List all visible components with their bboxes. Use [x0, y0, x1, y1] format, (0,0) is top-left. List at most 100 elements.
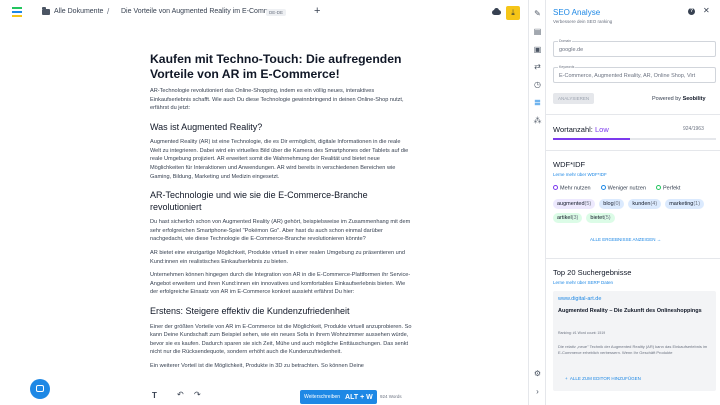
article-paragraph: Du hast sicherlich schon von Augmented R… [150, 219, 411, 243]
image-icon[interactable]: ▣ [533, 45, 542, 54]
article-subheading: AR-Technologie und wie sie die E-Commerc… [150, 190, 368, 212]
article-paragraph: Ein weiterer Vorteil ist die Möglichkeit… [150, 362, 364, 369]
show-all-results-link[interactable]: ALLE ERGEBNISSE ANZEIGEN → [590, 237, 661, 242]
powered-by-prefix: Powered by [652, 96, 682, 102]
result-meta: Ranking: #1 Word count: 1519 [558, 331, 606, 335]
share-icon[interactable]: ⁂ [533, 116, 542, 125]
word-count-progress-fill [553, 138, 630, 140]
seo-icon[interactable]: ≣ [533, 98, 542, 107]
history-icon[interactable]: ◷ [533, 80, 542, 89]
breadcrumb-all-docs-label: Alle Dokumente [54, 8, 104, 15]
comment-icon[interactable]: ▤ [533, 27, 542, 36]
domain-label: Domain [558, 39, 573, 43]
settings-gear-icon[interactable]: ⚙ [533, 369, 542, 378]
legend-label: Weniger nutzen [607, 185, 647, 192]
collapse-panel-icon[interactable]: › [533, 387, 542, 396]
translate-icon[interactable]: ⇄ [533, 62, 542, 71]
divider [546, 258, 720, 259]
keyword-chip-word: kunden [632, 201, 651, 207]
divider [546, 150, 720, 151]
result-title: Augmented Reality – Die Zukunft des Onli… [558, 308, 702, 314]
continue-writing-button[interactable]: Weiterschreiben ALT + W [300, 390, 377, 404]
keyword-chip-count: (5) [584, 201, 592, 207]
add-all-label: ALLE ZUM EDITOR HINZUFÜGEN [569, 376, 641, 381]
word-count-rating-value: Low [594, 125, 609, 134]
download-icon: ⤓ [511, 8, 515, 17]
word-count-dropdown[interactable]: 924 Words [380, 394, 402, 399]
tool-rail: ✎ ▤ ▣ ⇄ ◷ ≣ ⁂ ⚙ › [528, 0, 546, 405]
legend-dot [600, 185, 606, 190]
domain-field[interactable]: Domain google.de [553, 39, 716, 57]
keyword-chip-count: (5) [603, 215, 611, 221]
word-count-progress [553, 138, 716, 140]
arrow-right-icon: → [656, 237, 662, 242]
wdf-learn-link[interactable]: Lerne mehr über WDF*IDF [553, 172, 607, 177]
keyword-chip-word: marketing [669, 201, 694, 207]
keyword-chip[interactable]: marketing(1) [665, 199, 705, 209]
result-snippet: Die relativ „neue" Technik der Augmented… [558, 344, 708, 355]
language-badge: DE-DE [266, 8, 287, 16]
continue-writing-shortcut: ALT + W [345, 393, 373, 401]
editor-content[interactable]: Kaufen mit Techno-Touch: Die aufregenden… [150, 52, 412, 375]
article-paragraph: AR bietet eine einzigartige Möglichkeit,… [150, 250, 405, 265]
word-count-label: Wortanzahl: [553, 125, 593, 134]
breadcrumb-separator: / [107, 7, 110, 16]
keyword-chip[interactable]: artikel(3) [553, 213, 583, 223]
keyword-chip-word: blog [603, 201, 614, 207]
article-paragraph: AR-Technologie revolutioniert das Online… [150, 88, 404, 112]
word-count-rating: Wortanzahl: Low [553, 125, 609, 134]
document-title[interactable]: Die Vorteile von Augmented Reality im E-… [121, 8, 283, 15]
text-format-button[interactable]: T [152, 391, 157, 400]
keyword-chip-count: (1) [693, 201, 701, 207]
panel-subtitle: Verbessere dein SEO ranking [553, 19, 613, 24]
article-subheading: Erstens: Steigere effektiv die Kundenzuf… [150, 306, 350, 316]
keyword-chip-word: artikel [557, 215, 572, 221]
new-tab-button[interactable]: + [314, 5, 320, 17]
keyword-chips: augmented(5) blog(0) kunden(4) marketing(1)… [553, 199, 713, 223]
add-all-to-editor-button[interactable]: + ALLE ZUM EDITOR HINZUFÜGEN [565, 376, 641, 381]
wdf-title: WDF*IDF [553, 160, 586, 169]
keyword-chip[interactable]: bietet(5) [586, 213, 615, 223]
download-button[interactable]: ⤓ [506, 6, 520, 20]
legend-less: Weniger nutzen [600, 185, 647, 192]
serp-result-card: www.digital-art.de Augmented Reality – D… [553, 291, 716, 391]
keyword-chip-word: bietet [590, 215, 604, 221]
folder-icon [42, 7, 50, 15]
redo-icon[interactable]: ↷ [194, 390, 201, 399]
top-bar: Alle Dokumente / Die Vorteile von Augmen… [0, 0, 528, 28]
article-paragraph: Einer der größten Vorteile von AR im E-C… [150, 323, 412, 356]
article-paragraph: Augmented Reality (AR) ist eine Technolo… [150, 139, 409, 180]
serp-learn-link[interactable]: Lerne mehr über SERP Daten [553, 280, 613, 285]
word-count-ratio: 924/1963 [683, 126, 704, 132]
undo-icon[interactable]: ↶ [177, 390, 184, 399]
result-url[interactable]: www.digital-art.de [558, 296, 601, 302]
keywords-field[interactable]: Keywords E-Commerce, Augmented Reality, … [553, 65, 716, 83]
keyword-chip-count: (3) [571, 215, 579, 221]
analyze-button[interactable]: ANALYSIEREN [553, 93, 595, 104]
article-subheading: Was ist Augmented Reality? [150, 121, 263, 132]
article-paragraph: Unternehmen können hingegen durch die In… [150, 272, 411, 296]
legend-perfect: Perfekt [656, 185, 680, 192]
legend-dot [553, 185, 558, 190]
legend-label: Mehr nutzen [560, 185, 591, 192]
keywords-value: E-Commerce, Augmented Reality, AR, Onlin… [559, 73, 696, 79]
legend-dot [656, 185, 662, 190]
app-logo[interactable] [12, 7, 22, 19]
keyword-chip[interactable]: augmented(5) [553, 199, 596, 209]
panel-title: SEO Analyse [553, 8, 601, 17]
cloud-sync-icon [492, 7, 501, 15]
keywords-label: Keywords [558, 65, 576, 69]
help-icon[interactable]: ? [688, 8, 695, 15]
breadcrumb-all-docs[interactable]: Alle Dokumente [42, 7, 104, 15]
seobility-brand: Seobility [682, 96, 706, 102]
keyword-chip[interactable]: blog(0) [599, 199, 625, 209]
plus-icon: + [565, 376, 568, 381]
seo-panel: SEO Analyse Verbessere dein SEO ranking … [546, 0, 720, 405]
keyword-chip-count: (4) [650, 201, 658, 207]
magic-wand-icon[interactable]: ✎ [533, 9, 542, 18]
legend-label: Perfekt [663, 185, 681, 192]
chat-button[interactable] [30, 379, 50, 399]
keyword-chip[interactable]: kunden(4) [628, 199, 662, 209]
close-icon[interactable]: ✕ [703, 6, 710, 15]
wdf-legend: Mehr nutzen Weniger nutzen Perfekt [553, 185, 680, 192]
